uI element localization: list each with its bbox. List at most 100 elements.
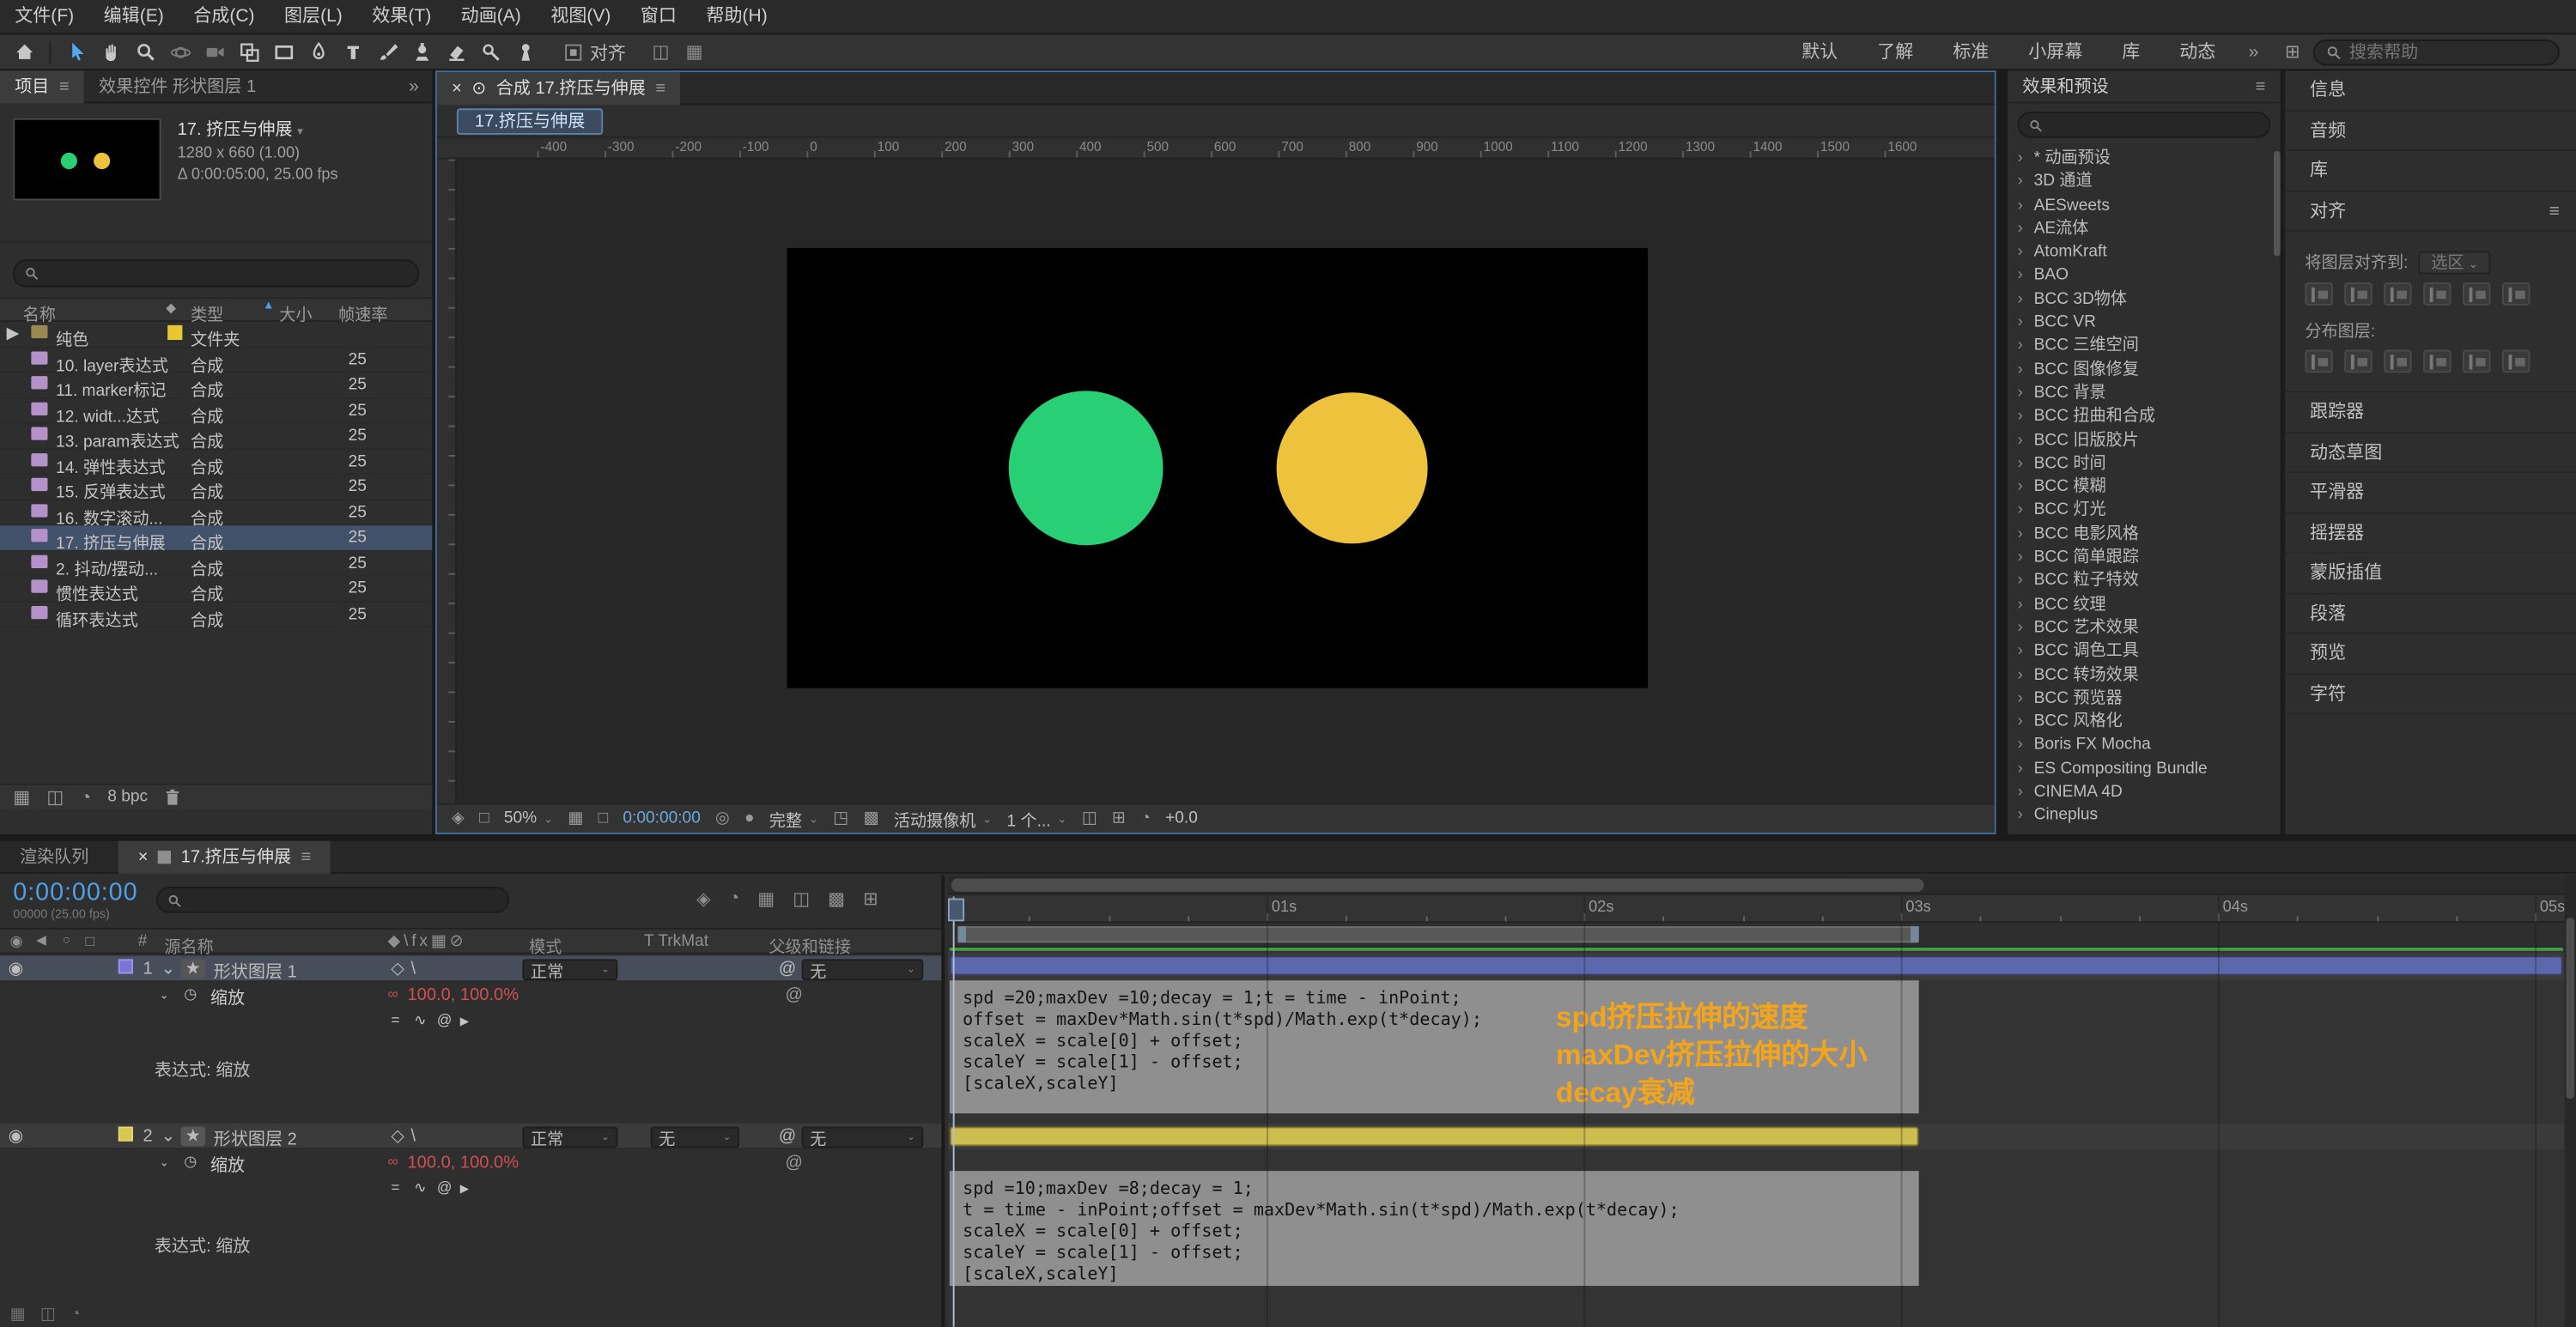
- panel-menu-icon[interactable]: ≡: [2549, 191, 2560, 231]
- workspace-1[interactable]: 了解: [1857, 33, 1933, 70]
- layer-row[interactable]: ◉ 2 ⌄ ★ 形状图层 2 ◇\ 正常 ⌄ 无 ⌄ @ 无 ⌄: [0, 1123, 942, 1150]
- pickwhip-icon[interactable]: @: [786, 1153, 803, 1172]
- menu-item-2[interactable]: 合成(C): [179, 0, 270, 33]
- magnification-icon[interactable]: ◈: [452, 809, 465, 827]
- effects-category[interactable]: › BCC 转场效果: [2008, 664, 2272, 688]
- item-name[interactable]: 12. widt...达式: [56, 402, 159, 426]
- horizontal-ruler[interactable]: -400 -300 -200 -100 0 100 200 300 400 500 600 700 80…: [456, 139, 1995, 160]
- effects-category[interactable]: › 3D 通道: [2008, 172, 2272, 195]
- help-search-input[interactable]: [2348, 41, 2547, 62]
- align-top-icon[interactable]: [2423, 282, 2451, 306]
- expander-icon[interactable]: ›: [2017, 805, 2022, 828]
- view-count-select[interactable]: 1 个... ⌄: [1007, 806, 1067, 831]
- effects-category[interactable]: › AtomKraft: [2008, 242, 2272, 265]
- orbit-tool-icon[interactable]: [162, 37, 197, 66]
- item-name[interactable]: 2. 抖动/摆动...: [56, 554, 158, 579]
- timeline-search-input[interactable]: [189, 889, 498, 910]
- menu-item-1[interactable]: 编辑(E): [88, 0, 179, 33]
- effects-category[interactable]: › BCC 灯光: [2008, 500, 2272, 524]
- pickwhip-icon[interactable]: @: [779, 959, 796, 979]
- tab-effect-controls[interactable]: 效果控件 形状图层 1: [84, 70, 271, 102]
- exposure-value[interactable]: +0.0: [1165, 809, 1198, 827]
- camera-select[interactable]: 活动摄像机 ⌄: [894, 806, 993, 831]
- effects-search[interactable]: [2017, 112, 2271, 138]
- grid-guides-icon[interactable]: ▦: [568, 809, 583, 827]
- hand-tool-icon[interactable]: [94, 37, 128, 66]
- green-circle[interactable]: [1008, 391, 1163, 546]
- expander-icon[interactable]: ›: [2017, 336, 2022, 359]
- tab-timeline-comp[interactable]: × 17.挤压与伸展 ≡: [118, 839, 331, 873]
- item-name[interactable]: 循环表达式: [56, 605, 138, 630]
- effects-category[interactable]: › Boris FX Mocha: [2008, 735, 2272, 758]
- stopwatch-icon[interactable]: ◷: [184, 1153, 197, 1171]
- effects-category[interactable]: › * 动画预设: [2008, 148, 2272, 171]
- expander-icon[interactable]: ›: [2017, 383, 2022, 406]
- expander-icon[interactable]: ▶: [7, 325, 20, 343]
- align-v-center-icon[interactable]: [2462, 282, 2491, 306]
- close-icon[interactable]: ×: [138, 840, 149, 873]
- expander-icon[interactable]: ›: [2017, 735, 2022, 758]
- workspace-overflow-icon[interactable]: »: [2235, 42, 2271, 62]
- expander-icon[interactable]: ›: [2017, 547, 2022, 570]
- layer-mode-select[interactable]: 正常 ⌄: [522, 1126, 618, 1149]
- distribute-top-icon[interactable]: [2305, 349, 2333, 373]
- project-row[interactable]: ▶ 纯色 文件夹: [0, 322, 433, 350]
- item-name[interactable]: 14. 弹性表达式: [56, 452, 166, 477]
- expander-icon[interactable]: ›: [2017, 617, 2022, 640]
- distribute-v-center-icon[interactable]: [2344, 349, 2372, 373]
- menu-item-8[interactable]: 帮助(H): [691, 0, 782, 33]
- interpret-footage-icon[interactable]: ▦: [13, 786, 30, 808]
- effects-category[interactable]: › BCC 图像修复: [2008, 359, 2272, 382]
- property-value[interactable]: 100.0, 100.0%: [407, 985, 519, 1005]
- menu-item-5[interactable]: 动画(A): [446, 0, 536, 33]
- current-timecode[interactable]: 0:00:00:00: [13, 879, 137, 907]
- selection-tool-icon[interactable]: [59, 37, 94, 66]
- item-name[interactable]: 15. 反弹表达式: [56, 478, 166, 502]
- project-row[interactable]: 13. param表达式 合成 25: [0, 424, 433, 451]
- layer-visibility-toggle[interactable]: ◉: [9, 1127, 24, 1147]
- layer-twirl-icon[interactable]: ⌄: [161, 959, 176, 979]
- effects-category[interactable]: › BCC 粒子特效: [2008, 571, 2272, 594]
- stopwatch-icon[interactable]: ◷: [184, 985, 197, 1003]
- pan-behind-tool-icon[interactable]: [232, 37, 266, 66]
- parent-link-column[interactable]: 父级和链接: [769, 933, 851, 957]
- expander-icon[interactable]: ›: [2017, 782, 2022, 805]
- expression-enable-icon[interactable]: =: [391, 1012, 399, 1028]
- effects-category[interactable]: › AE流体: [2008, 218, 2272, 241]
- effects-category[interactable]: › BCC 三维空间: [2008, 336, 2272, 359]
- comp-navigator-tab[interactable]: 17.挤压与伸展: [456, 108, 604, 135]
- vertical-ruler[interactable]: [436, 159, 457, 803]
- puppet-pin-tool-icon[interactable]: [507, 37, 542, 66]
- expander-icon[interactable]: ›: [2017, 312, 2022, 336]
- trkmat-column[interactable]: T TrkMat: [644, 933, 708, 951]
- panel-menu-icon[interactable]: ≡: [59, 70, 70, 102]
- expression-language-icon[interactable]: ▶: [460, 1183, 469, 1195]
- expander-icon[interactable]: ›: [2017, 664, 2022, 688]
- expander-icon[interactable]: ›: [2017, 195, 2022, 218]
- property-name[interactable]: 缩放: [210, 985, 245, 1010]
- audio-icon[interactable]: ◀: [36, 933, 46, 948]
- layer-color-chip[interactable]: [118, 1126, 133, 1142]
- align-left-icon[interactable]: [2305, 282, 2333, 306]
- show-channel-icon[interactable]: ●: [744, 809, 755, 827]
- item-name[interactable]: 16. 数字滚动...: [56, 503, 162, 528]
- transparency-grid-icon[interactable]: ▩: [863, 809, 878, 827]
- align-to-select[interactable]: 选区 ⌄: [2417, 251, 2492, 275]
- layer-color-chip[interactable]: [118, 959, 133, 974]
- source-name-column[interactable]: 源名称: [164, 933, 213, 957]
- expander-icon[interactable]: ›: [2017, 429, 2022, 452]
- menu-item-7[interactable]: 窗口: [626, 0, 692, 33]
- layer1-duration-bar[interactable]: [949, 955, 2563, 976]
- distribute-right-icon[interactable]: [2501, 349, 2530, 373]
- project-column-header[interactable]: 名称 ◆ 类型 ▲ 大小 帧速率: [0, 297, 433, 325]
- current-time-indicator-line[interactable]: [952, 896, 955, 1327]
- effects-category[interactable]: › ES Compositing Bundle: [2008, 758, 2272, 781]
- expander-icon[interactable]: ›: [2017, 406, 2022, 429]
- comp-timecode[interactable]: 0:00:00:00: [623, 809, 700, 827]
- tab-overflow-icon[interactable]: »: [396, 76, 432, 96]
- property-twirl-icon[interactable]: ⌄: [160, 989, 169, 1002]
- effects-category[interactable]: › AESweets: [2008, 195, 2272, 218]
- work-area-bar[interactable]: [957, 926, 1919, 943]
- solo-icon[interactable]: ○: [63, 933, 70, 948]
- panel-menu-icon[interactable]: ≡: [301, 840, 312, 873]
